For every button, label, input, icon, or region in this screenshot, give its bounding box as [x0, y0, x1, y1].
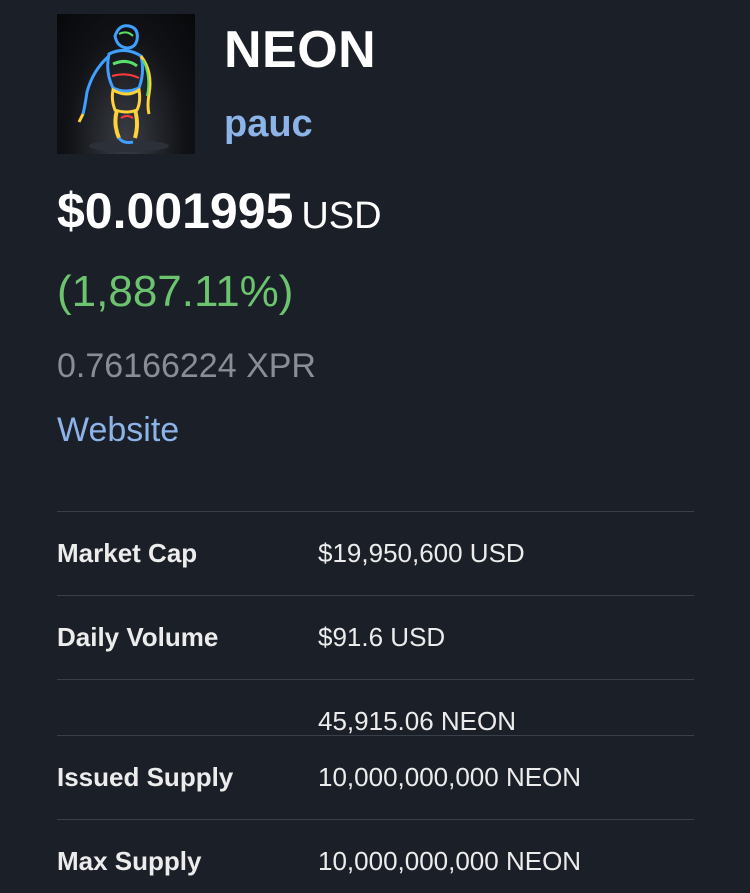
token-issuer-link[interactable]: pauc	[224, 100, 313, 148]
divider	[57, 819, 694, 820]
website-link[interactable]: Website	[57, 408, 179, 452]
neon-figure-icon	[77, 24, 169, 152]
issued-supply-label: Issued Supply	[57, 762, 234, 792]
max-supply-label: Max Supply	[57, 846, 202, 876]
price-usd: $0.001995	[57, 183, 294, 239]
market-cap-label: Market Cap	[57, 538, 198, 568]
market-cap-value: $19,950,600 USD	[318, 538, 525, 568]
price-xpr: 0.76166224 XPR	[57, 347, 316, 385]
price-row: $0.001995 USD	[57, 180, 382, 255]
max-supply-value: 10,000,000,000 NEON	[318, 846, 582, 876]
token-name: NEON	[224, 21, 377, 79]
price-change-percent: (1,887.11%)	[57, 267, 294, 316]
daily-volume-token-value: 45,915.06 NEON	[318, 706, 517, 736]
divider	[57, 595, 694, 596]
daily-volume-value: $91.6 USD	[318, 622, 446, 652]
token-detail-page: NEON pauc $0.001995 USD (1,887.11%) 0.761…	[0, 0, 750, 893]
issued-supply-value: 10,000,000,000 NEON	[318, 762, 582, 792]
daily-volume-label: Daily Volume	[57, 622, 219, 652]
divider	[57, 735, 694, 736]
price-unit: USD	[301, 195, 382, 237]
divider	[57, 511, 694, 512]
token-image	[57, 14, 195, 154]
divider	[57, 679, 694, 680]
